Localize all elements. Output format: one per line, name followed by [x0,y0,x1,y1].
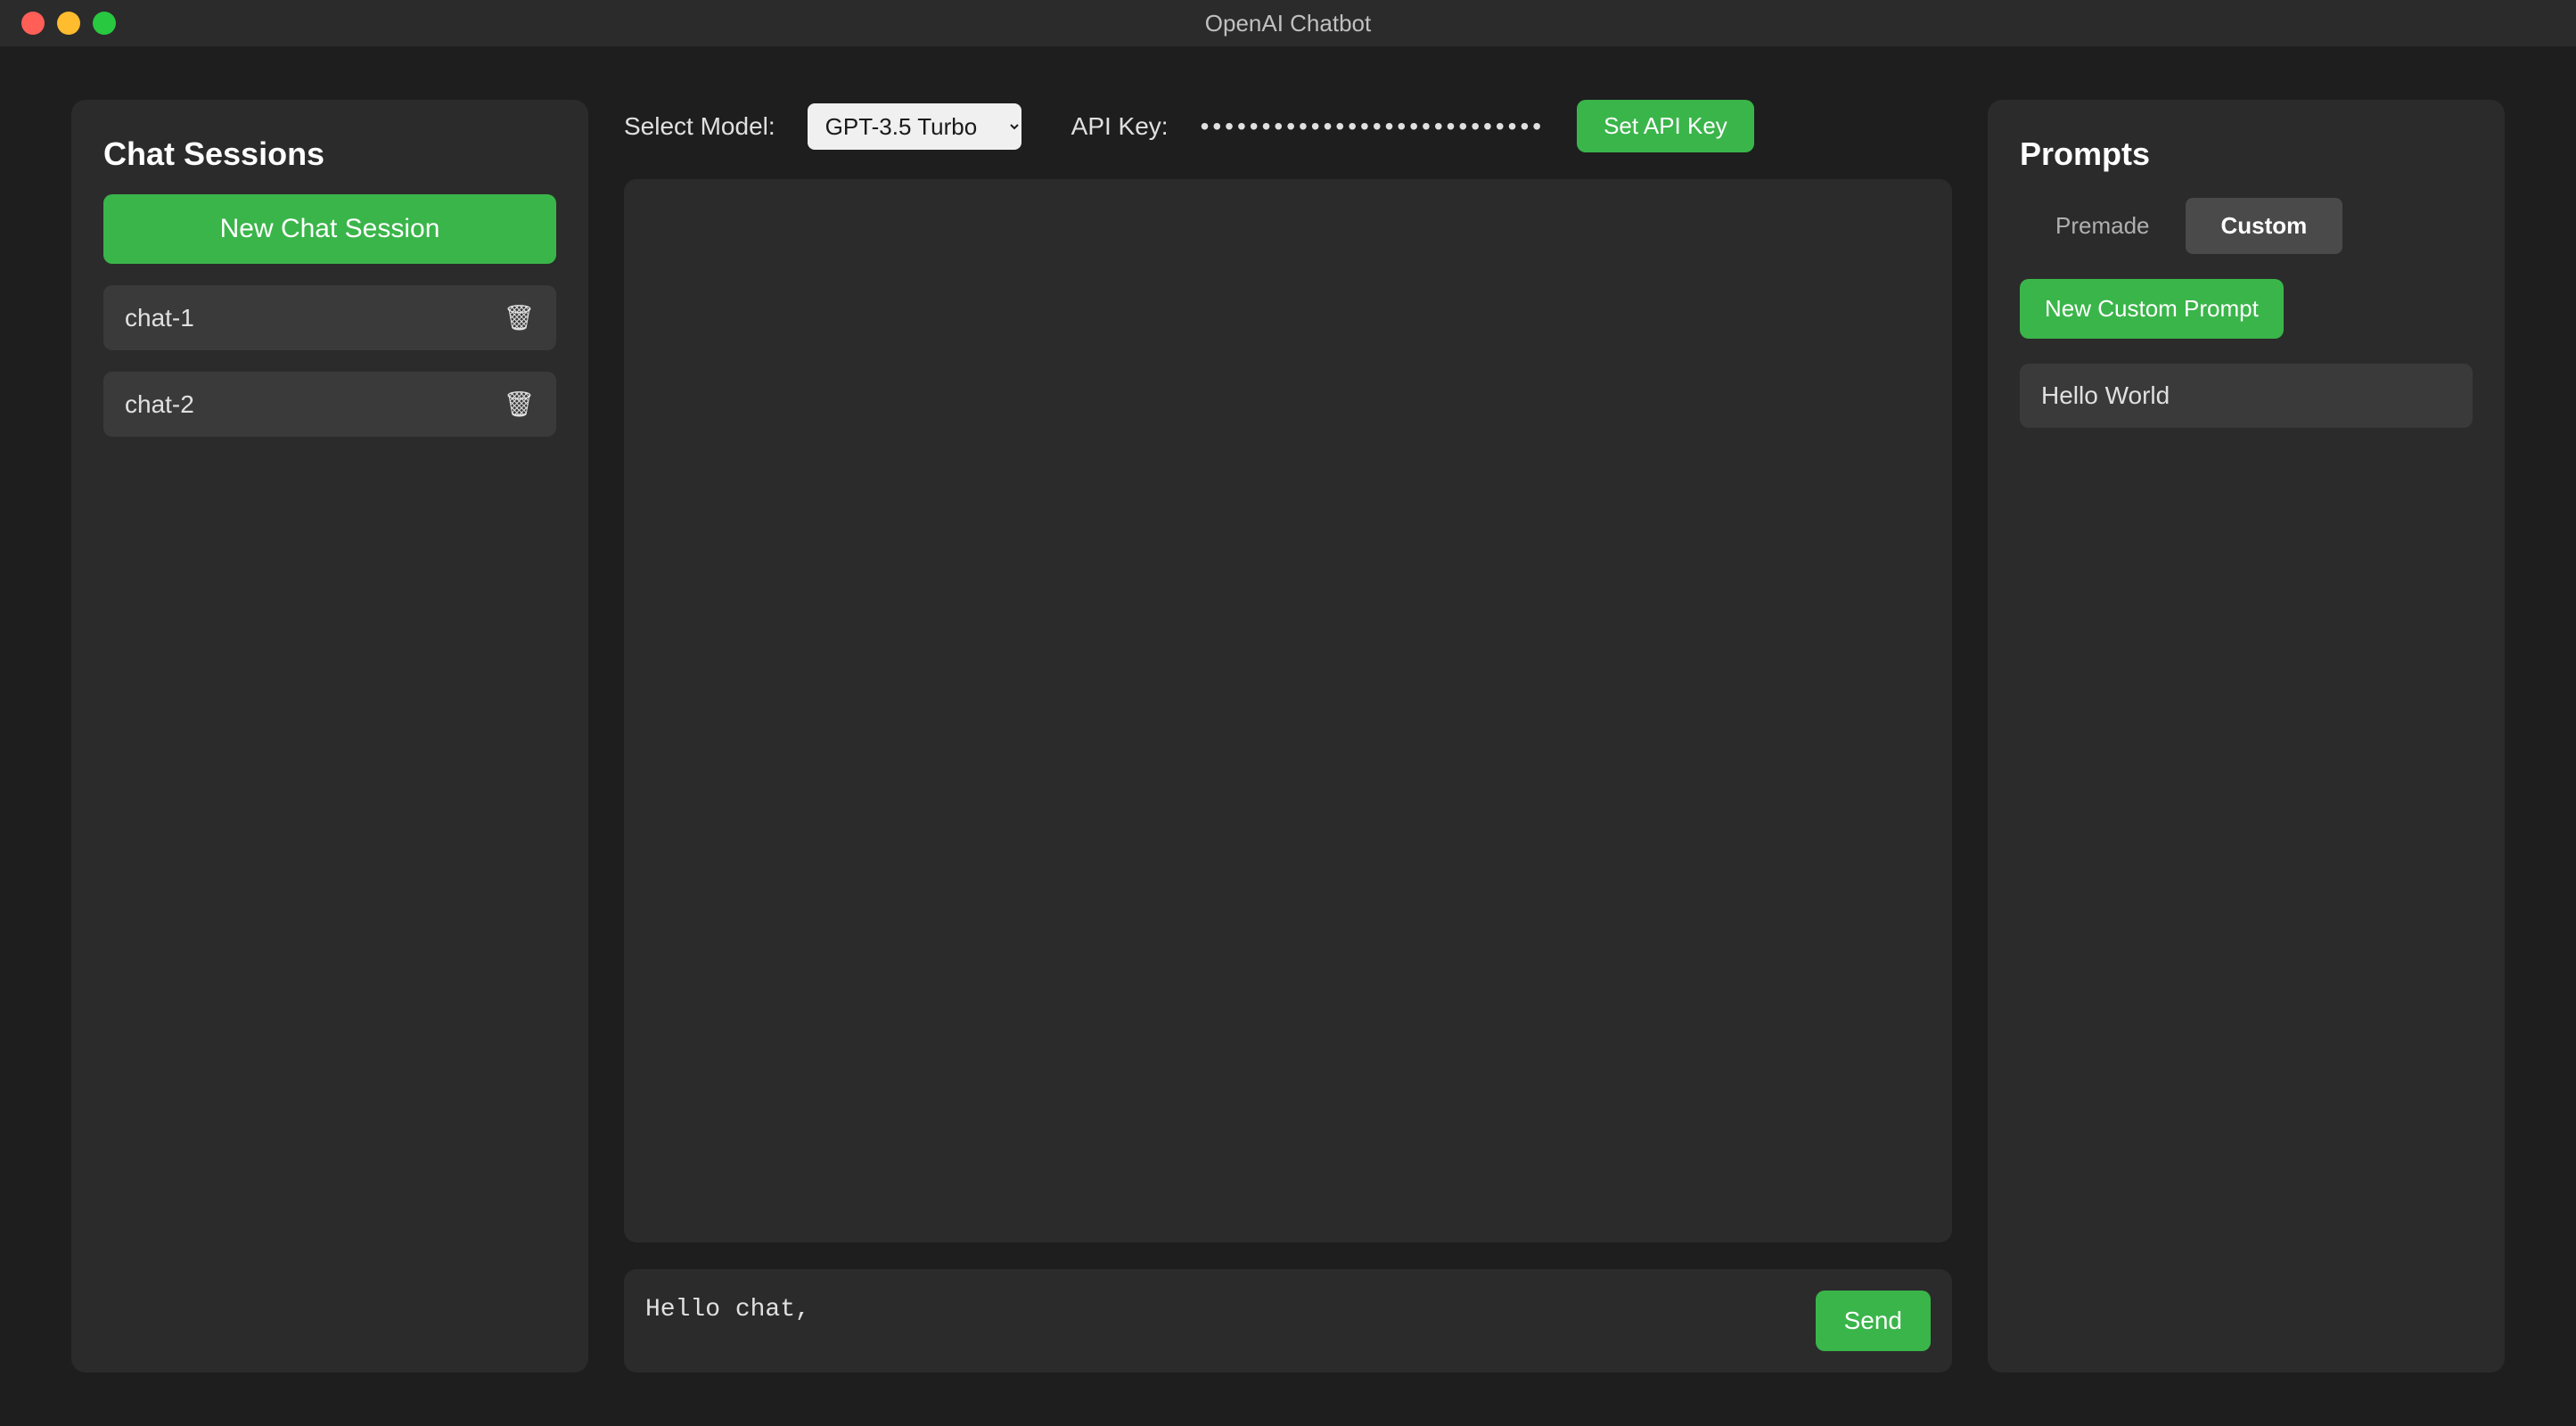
app-content: Chat Sessions New Chat Session chat-1 🗑 … [0,46,2576,1426]
minimize-button[interactable] [57,12,80,35]
prompts-title: Prompts [2020,135,2473,173]
maximize-button[interactable] [93,12,116,35]
close-button[interactable] [21,12,45,35]
tab-premade[interactable]: Premade [2020,198,2186,254]
window-controls [21,12,116,35]
model-label: Select Model: [624,112,775,141]
chat-messages-area [624,179,1952,1242]
send-button[interactable]: Send [1816,1291,1931,1351]
chat-session-item[interactable]: chat-1 🗑 [103,285,556,350]
new-custom-prompt-button[interactable]: New Custom Prompt [2020,279,2284,339]
chat-main-panel: Select Model: GPT-3.5 Turbo GPT-4 GPT-4 … [624,100,1952,1373]
trash-icon[interactable]: 🗑 [503,389,535,419]
model-bar: Select Model: GPT-3.5 Turbo GPT-4 GPT-4 … [624,100,1952,152]
prompts-tabs: Premade Custom [2020,198,2473,254]
new-chat-button[interactable]: New Chat Session [103,194,556,264]
prompts-panel: Prompts Premade Custom New Custom Prompt… [1988,100,2505,1373]
chat-sessions-panel: Chat Sessions New Chat Session chat-1 🗑 … [71,100,588,1373]
chat-session-label: chat-1 [125,304,194,332]
tab-custom[interactable]: Custom [2186,198,2343,254]
chat-session-label: chat-2 [125,390,194,419]
chat-sessions-title: Chat Sessions [103,135,556,173]
trash-icon[interactable]: 🗑 [503,303,535,332]
chat-input[interactable]: Hello chat, [645,1296,1798,1351]
chat-input-area: Hello chat, Send [624,1269,1952,1373]
api-key-value: •••••••••••••••••••••••••••• [1201,112,1545,141]
titlebar: OpenAI Chatbot [0,0,2576,46]
set-api-key-button[interactable]: Set API Key [1577,100,1754,152]
prompt-item-label: Hello World [2041,381,2170,409]
app-title: OpenAI Chatbot [1205,10,1371,37]
prompt-item[interactable]: Hello World [2020,364,2473,428]
api-key-label: API Key: [1071,112,1169,141]
chat-session-item[interactable]: chat-2 🗑 [103,372,556,437]
model-select[interactable]: GPT-3.5 Turbo GPT-4 GPT-4 Turbo [808,103,1021,150]
